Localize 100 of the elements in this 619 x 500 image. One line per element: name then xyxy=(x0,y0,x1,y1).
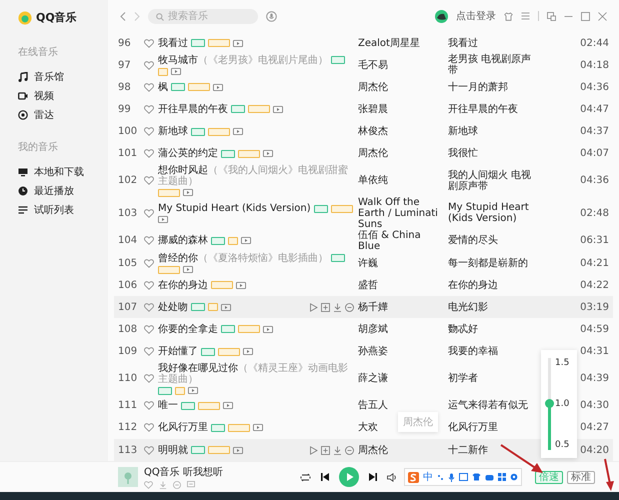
download-icon[interactable] xyxy=(333,302,342,312)
punctuation-icon[interactable] xyxy=(437,473,444,481)
remove-icon[interactable] xyxy=(345,302,354,312)
album-link[interactable]: My Stupid Heart (Kids Version) xyxy=(448,202,536,224)
heart-icon[interactable] xyxy=(144,347,154,356)
speed-slider[interactable] xyxy=(548,358,551,450)
heart-icon[interactable] xyxy=(144,481,153,489)
song-title[interactable]: 开往早晨的午夜 xyxy=(158,104,228,115)
add-icon[interactable] xyxy=(321,302,330,312)
heart-icon[interactable] xyxy=(144,401,154,410)
microphone-icon[interactable] xyxy=(266,10,277,22)
mv-icon[interactable] xyxy=(171,68,181,76)
song-title[interactable]: 枫 xyxy=(158,82,168,93)
song-title[interactable]: 牧马城市（《老男孩》电视剧片尾曲） xyxy=(158,54,328,66)
mv-icon[interactable] xyxy=(236,282,246,289)
album-link[interactable]: 在你的身边 xyxy=(448,280,536,291)
play-icon[interactable] xyxy=(309,446,318,455)
loop-icon[interactable] xyxy=(300,472,311,482)
download-icon[interactable] xyxy=(333,446,342,455)
album-link[interactable]: 我要的幸福 xyxy=(448,346,536,358)
album-link[interactable]: 运气来得若有似无 xyxy=(448,400,536,412)
shirt-icon[interactable] xyxy=(504,12,513,20)
ime-logo-icon[interactable] xyxy=(408,472,419,482)
heart-icon[interactable] xyxy=(144,38,154,48)
song-title[interactable]: 明明就 xyxy=(158,444,188,456)
song-title[interactable]: 想你时风起（《我的人间烟火》电视剧甜蜜主题曲） xyxy=(158,164,354,187)
heart-icon[interactable] xyxy=(144,60,154,70)
sidebar-item[interactable]: 最近播放 xyxy=(18,181,108,200)
song-title[interactable]: 新地球 xyxy=(158,126,188,138)
heart-icon[interactable] xyxy=(144,302,154,312)
heart-icon[interactable] xyxy=(144,82,154,92)
album-link[interactable]: 化风行万里 xyxy=(448,422,536,434)
artist-link[interactable]: 周杰伦 xyxy=(358,148,444,160)
song-title[interactable]: My Stupid Heart (Kids Version) xyxy=(158,203,311,214)
artist-link[interactable]: Zealot周星星 xyxy=(358,38,444,49)
mv-icon[interactable] xyxy=(213,84,223,91)
mv-icon[interactable] xyxy=(223,402,233,410)
mv-icon[interactable] xyxy=(233,128,243,136)
album-link[interactable]: 新地球 xyxy=(448,126,536,138)
album-link[interactable]: 我看过 xyxy=(448,38,536,49)
heart-icon[interactable] xyxy=(144,324,154,334)
artist-link[interactable]: 胡彦斌 xyxy=(358,324,444,335)
heart-icon[interactable] xyxy=(144,127,154,136)
mv-icon[interactable] xyxy=(221,304,231,311)
song-title[interactable]: 你要的全拿走 xyxy=(158,324,218,335)
mini-mode-icon[interactable] xyxy=(547,12,556,20)
song-row-highlight[interactable]: 107 处处吻 杨千嬅 电光幻影 03:19 xyxy=(114,296,613,318)
sidebar-item[interactable]: 雷达 xyxy=(18,105,108,124)
mv-icon[interactable] xyxy=(243,348,253,356)
slider-thumb[interactable] xyxy=(545,399,554,408)
mv-icon[interactable] xyxy=(158,216,168,224)
sidebar-item[interactable]: 试听列表 xyxy=(18,200,108,219)
maximize-icon[interactable] xyxy=(581,12,590,20)
song-title[interactable]: 化风行万里 xyxy=(158,422,208,434)
shirt-icon[interactable] xyxy=(472,473,481,481)
album-link[interactable]: 我的人间烟火 电视剧原声带 xyxy=(448,170,536,192)
login-link[interactable]: 点击登录 xyxy=(456,9,496,23)
artist-link[interactable]: 毛不易 xyxy=(358,60,444,71)
quality-button[interactable]: 标准 xyxy=(567,470,595,484)
album-link[interactable]: 爱情的尽头 xyxy=(448,235,536,246)
mv-icon[interactable] xyxy=(263,326,273,333)
mv-icon[interactable] xyxy=(183,189,193,196)
remove-icon[interactable] xyxy=(345,446,354,455)
heart-icon[interactable] xyxy=(144,280,154,290)
mv-icon[interactable] xyxy=(183,266,193,274)
play-icon[interactable] xyxy=(309,302,318,312)
download-icon[interactable] xyxy=(159,481,167,489)
song-title[interactable]: 开始懂了 xyxy=(158,346,198,358)
add-icon[interactable] xyxy=(321,446,330,455)
artist-link[interactable]: 孙燕姿 xyxy=(358,346,444,358)
close-icon[interactable] xyxy=(598,12,607,20)
mv-icon[interactable] xyxy=(233,40,243,47)
heart-icon[interactable] xyxy=(144,149,154,158)
play-button-icon[interactable] xyxy=(339,467,359,487)
microphone-icon[interactable] xyxy=(448,472,455,482)
menu-icon[interactable] xyxy=(521,12,530,20)
back-icon[interactable] xyxy=(120,12,126,20)
ime-language-toggle[interactable]: 中 xyxy=(423,470,433,484)
song-title[interactable]: 唯一 xyxy=(158,400,178,412)
album-link[interactable]: 我很忙 xyxy=(448,148,536,160)
song-title[interactable]: 蒲公英的约定 xyxy=(158,148,218,160)
previous-icon[interactable] xyxy=(320,472,330,482)
remove-icon[interactable] xyxy=(173,481,181,489)
heart-icon[interactable] xyxy=(144,236,154,246)
artist-link[interactable]: 盛哲 xyxy=(358,280,444,291)
artist-link[interactable]: 张碧晨 xyxy=(358,104,444,115)
sidebar-item[interactable]: 本地和下载 xyxy=(18,162,108,181)
mv-icon[interactable] xyxy=(188,387,198,394)
album-link[interactable]: 每一刻都是崭新的 xyxy=(448,258,536,269)
artist-link[interactable]: 杨千嬅 xyxy=(358,302,444,313)
sidebar-item[interactable]: 视频 xyxy=(18,86,108,105)
song-title[interactable]: 我看过 xyxy=(158,38,188,49)
heart-icon[interactable] xyxy=(144,104,154,114)
album-link[interactable]: 初学者 xyxy=(448,373,536,384)
album-link[interactable]: 十一月的萧邦 xyxy=(448,82,536,93)
artist-link[interactable]: 伍佰 & China Blue xyxy=(358,230,444,252)
artist-link[interactable]: 薛之谦 xyxy=(358,373,444,384)
album-link[interactable]: 十二新作 xyxy=(448,444,536,456)
mv-icon[interactable] xyxy=(273,106,283,113)
next-icon[interactable] xyxy=(368,472,378,482)
